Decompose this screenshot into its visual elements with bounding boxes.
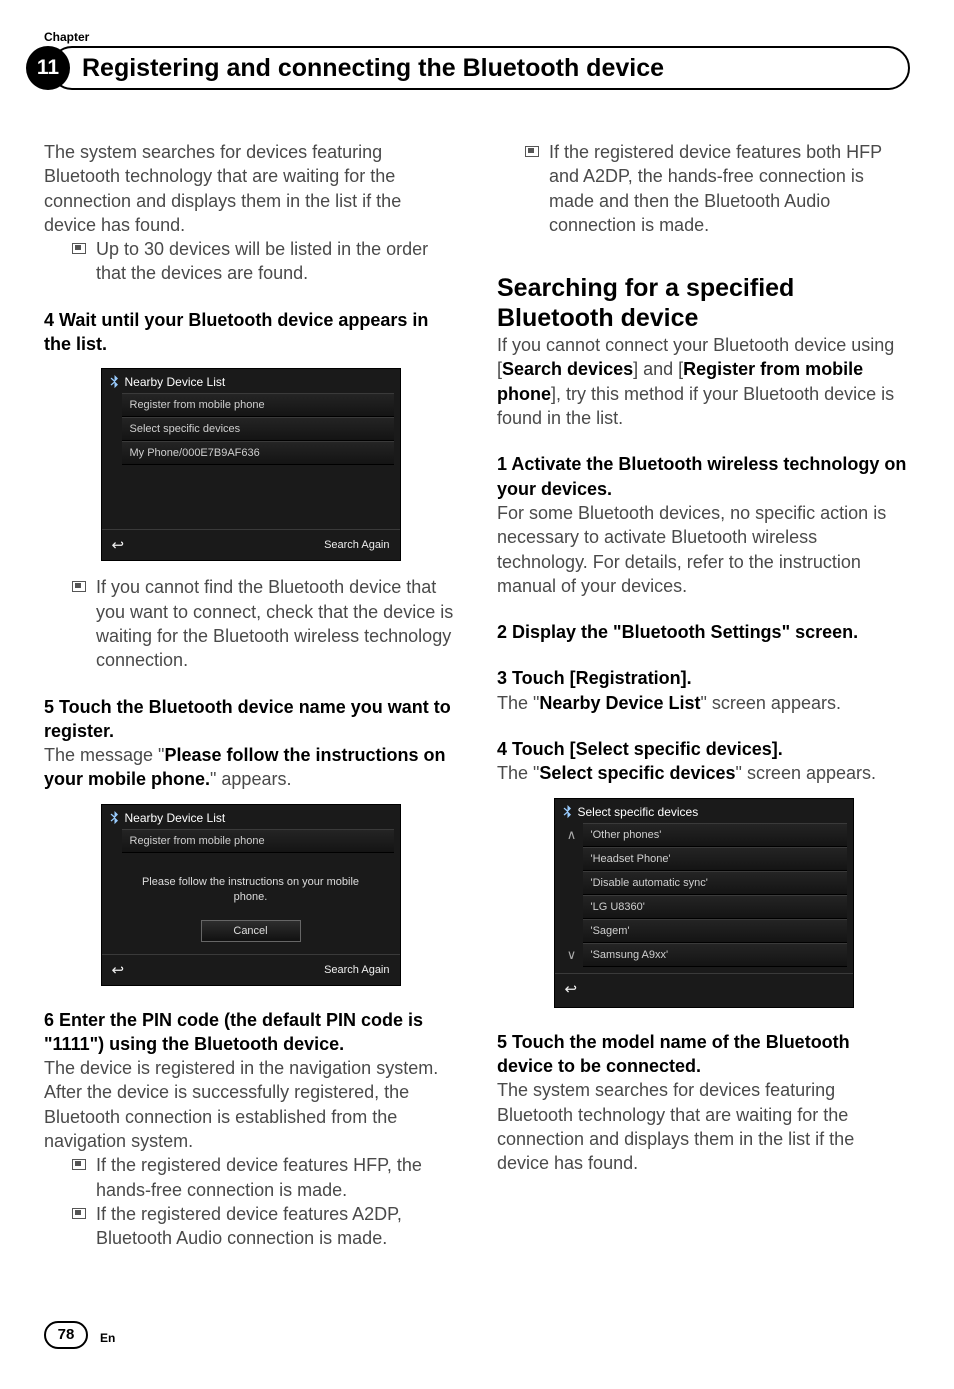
right-step-3: 3 Touch [Registration].	[497, 666, 910, 690]
back-icon: ↩	[565, 981, 578, 998]
list-item: Select specific devices	[122, 417, 394, 441]
step-4: 4 Wait until your Bluetooth device appea…	[44, 308, 457, 357]
list-item: Register from mobile phone	[122, 829, 394, 853]
step-6-bullet-2: If the registered device features A2DP, …	[96, 1202, 457, 1251]
intro-bullet: Up to 30 devices will be listed in the o…	[96, 237, 457, 286]
scroll-down-icon: ∨	[561, 943, 583, 967]
text: The "	[497, 763, 539, 783]
search-again-button: Search Again	[324, 964, 389, 976]
step-5-message: The message "Please follow the instructi…	[44, 743, 457, 792]
bullet-icon	[72, 581, 86, 592]
right-step-4-after: The "Select specific devices" screen app…	[497, 761, 910, 785]
search-again-button: Search Again	[324, 539, 389, 551]
list-item: Register from mobile phone	[122, 393, 394, 417]
right-step-5: 5 Touch the model name of the Bluetooth …	[497, 1030, 910, 1079]
step-6-after-1: The device is registered in the navigati…	[44, 1056, 457, 1080]
text: ] and [	[633, 359, 683, 379]
step-5: 5 Touch the Bluetooth device name you wa…	[44, 695, 457, 744]
chapter-number-badge: 11	[26, 46, 70, 90]
text: " screen appears.	[736, 763, 876, 783]
right-step-4: 4 Touch [Select specific devices].	[497, 737, 910, 761]
list-item: 'LG U8360'	[583, 895, 847, 919]
screenshot-nearby-device-list-2: Nearby Device List Register from mobile …	[101, 804, 401, 986]
text: " appears.	[210, 769, 291, 789]
right-step-5-after: The system searches for devices featurin…	[497, 1078, 910, 1175]
text-bold: Search devices	[502, 359, 633, 379]
chapter-title-pill: Registering and connecting the Bluetooth…	[50, 46, 910, 90]
screenshot-title: Select specific devices	[578, 805, 699, 819]
instruction-message: Please follow the instructions on your m…	[102, 857, 400, 916]
text: " screen appears.	[701, 693, 841, 713]
screenshot-title: Nearby Device List	[125, 811, 226, 825]
chapter-label: Chapter	[44, 30, 910, 44]
left-column: The system searches for devices featurin…	[44, 140, 457, 1251]
screenshot-title: Nearby Device List	[125, 375, 226, 389]
back-icon: ↩	[112, 961, 125, 979]
shot1-bullet: If you cannot find the Bluetooth device …	[96, 575, 457, 672]
section-title: Searching for a specified Bluetooth devi…	[497, 273, 910, 333]
text: ], try this method if your Bluetooth dev…	[497, 384, 894, 428]
scroll-up-icon: ∧	[561, 823, 583, 847]
right-step-1-after: For some Bluetooth devices, no specific …	[497, 501, 910, 598]
bullet-icon	[72, 1208, 86, 1219]
cancel-button: Cancel	[201, 920, 301, 942]
page-language: En	[100, 1331, 115, 1345]
right-top-bullet: If the registered device features both H…	[549, 140, 910, 237]
text: The "	[497, 693, 539, 713]
right-column: If the registered device features both H…	[497, 140, 910, 1251]
bullet-icon	[525, 146, 539, 157]
step-6: 6 Enter the PIN code (the default PIN co…	[44, 1008, 457, 1057]
page-footer: 78 En	[44, 1321, 910, 1349]
text-bold: Nearby Device List	[539, 693, 700, 713]
text: The message "	[44, 745, 164, 765]
bluetooth-icon	[563, 805, 572, 819]
intro-paragraph: The system searches for devices featurin…	[44, 140, 457, 237]
chapter-title: Registering and connecting the Bluetooth…	[82, 54, 664, 83]
list-item: 'Headset Phone'	[583, 847, 847, 871]
right-step-2: 2 Display the "Bluetooth Settings" scree…	[497, 620, 910, 644]
section-intro: If you cannot connect your Bluetooth dev…	[497, 333, 910, 430]
list-item: 'Sagem'	[583, 919, 847, 943]
bluetooth-icon	[110, 811, 119, 825]
page-number: 78	[44, 1321, 88, 1349]
list-item: 'Samsung A9xx'	[583, 943, 847, 967]
step-6-after-2: After the device is successfully registe…	[44, 1080, 457, 1153]
text-bold: Select specific devices	[539, 763, 735, 783]
bluetooth-icon	[110, 375, 119, 389]
right-step-3-after: The "Nearby Device List" screen appears.	[497, 691, 910, 715]
list-item: 'Other phones'	[583, 823, 847, 847]
screenshot-nearby-device-list-1: Nearby Device List Register from mobile …	[101, 368, 401, 561]
right-step-1: 1 Activate the Bluetooth wireless techno…	[497, 452, 910, 501]
back-icon: ↩	[112, 536, 125, 554]
bullet-icon	[72, 1159, 86, 1170]
list-item: 'Disable automatic sync'	[583, 871, 847, 895]
screenshot-select-specific-devices: Select specific devices ∧'Other phones' …	[554, 798, 854, 1008]
step-6-bullet-1: If the registered device features HFP, t…	[96, 1153, 457, 1202]
bullet-icon	[72, 243, 86, 254]
chapter-header: 11 Registering and connecting the Blueto…	[44, 46, 910, 90]
list-item: My Phone/000E7B9AF636	[122, 441, 394, 465]
